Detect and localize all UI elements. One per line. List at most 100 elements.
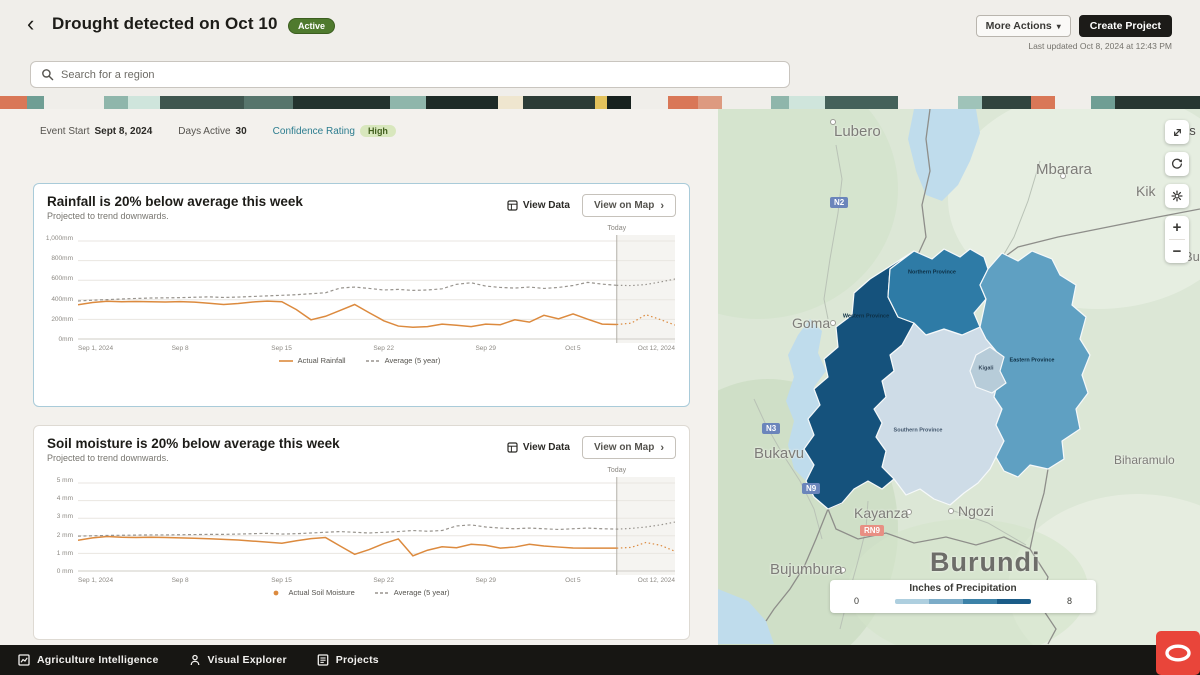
chart-plot-area — [78, 477, 675, 575]
collage-segment — [104, 96, 128, 109]
legend-marker — [269, 590, 283, 596]
collage-segment — [498, 96, 522, 109]
y-tick-label: 600mm — [51, 275, 73, 282]
view-data-button[interactable]: View Data — [507, 200, 570, 211]
create-project-button[interactable]: Create Project — [1079, 15, 1172, 37]
refresh-map-button[interactable] — [1165, 152, 1189, 176]
bottom-bar: Agriculture Intelligence Visual Explorer… — [0, 645, 1200, 675]
x-tick-label: Sep 15 — [271, 345, 292, 352]
map-label: Biharamulo — [1114, 453, 1175, 467]
y-axis-labels: 5 mm4 mm3 mm2 mm1 mm0 mm — [44, 477, 78, 575]
nav-projects[interactable]: Projects — [317, 654, 379, 666]
nav-agriculture-intelligence[interactable]: Agriculture Intelligence — [18, 654, 159, 666]
x-tick-label: Oct 5 — [565, 577, 581, 584]
y-tick-label: 400mm — [51, 296, 73, 303]
x-tick-label: Sep 22 — [373, 345, 394, 352]
x-tick-label: Sep 1, 2024 — [78, 577, 113, 584]
person-icon — [189, 654, 201, 666]
refresh-icon — [1170, 157, 1184, 171]
x-tick-label: Sep 8 — [172, 345, 189, 352]
nav-label: Visual Explorer — [208, 654, 287, 666]
map-label: Bukavu — [754, 445, 804, 462]
map-controls: + − — [1165, 120, 1189, 263]
collage-segment — [1031, 96, 1055, 109]
city-marker — [830, 320, 836, 326]
legend-max-value: 8 — [1067, 596, 1072, 606]
view-on-map-label: View on Map — [594, 200, 654, 211]
oracle-logo — [1156, 631, 1200, 675]
legend-item: Actual Soil Moisture — [269, 588, 354, 597]
nav-label: Projects — [336, 654, 379, 666]
y-axis-labels: 1,000mm800mm600mm400mm200mm0mm — [44, 235, 78, 343]
y-tick-label: 1 mm — [57, 550, 73, 557]
province-label: Western Province — [840, 314, 892, 321]
collage-segment — [722, 96, 770, 109]
y-tick-label: 4 mm — [57, 495, 73, 502]
confidence-rating-label: Confidence Rating — [273, 126, 355, 137]
collage-segment — [668, 96, 698, 109]
legend-label: Average (5 year) — [385, 356, 441, 365]
content: Event Start Sept 8, 2024 Days Active 30 … — [0, 109, 1200, 645]
today-marker-label: Today — [607, 467, 626, 474]
collage-segment — [426, 96, 499, 109]
oracle-ring-icon — [1162, 642, 1194, 664]
map[interactable]: LuberoMbararaKikasBuGomaBukavuKayanzaNgo… — [718, 109, 1200, 645]
chart-legend: Actual RainfallAverage (5 year) — [44, 356, 675, 365]
expand-icon — [1171, 126, 1184, 139]
map-label: Burundi — [930, 547, 1040, 578]
chevron-right-icon: › — [660, 202, 664, 210]
map-label: Ngozi — [958, 503, 994, 519]
road-badge: N3 — [762, 423, 780, 434]
event-start-meta: Event Start Sept 8, 2024 — [40, 126, 152, 137]
days-active-value: 30 — [236, 126, 247, 137]
collage-segment — [1091, 96, 1115, 109]
legend-marker — [279, 358, 293, 364]
legend-item: Average (5 year) — [375, 588, 450, 597]
collage-segment — [825, 96, 898, 109]
collage-segment — [1055, 96, 1091, 109]
y-tick-label: 0 mm — [57, 568, 73, 575]
days-active-label: Days Active — [178, 126, 230, 137]
collage-segment — [244, 96, 292, 109]
collage-segment — [160, 96, 245, 109]
zoom-out-button[interactable]: − — [1165, 240, 1189, 263]
y-tick-label: 0mm — [59, 336, 73, 343]
gear-icon — [1170, 189, 1184, 203]
event-start-value: Sept 8, 2024 — [94, 126, 152, 137]
zoom-control: + − — [1165, 216, 1189, 263]
map-overlays: LuberoMbararaKikasBuGomaBukavuKayanzaNgo… — [718, 109, 1200, 645]
layers-settings-button[interactable] — [1165, 184, 1189, 208]
y-tick-label: 800mm — [51, 255, 73, 262]
chevron-right-icon: › — [660, 444, 664, 452]
road-badge: RN9 — [860, 525, 884, 536]
view-data-button[interactable]: View Data — [507, 442, 570, 453]
nav-visual-explorer[interactable]: Visual Explorer — [189, 654, 287, 666]
collage-segment — [595, 96, 607, 109]
legend-min-value: 0 — [854, 596, 859, 606]
collage-segment — [293, 96, 390, 109]
last-updated-text: Last updated Oct 8, 2024 at 12:43 PM — [1028, 41, 1172, 51]
days-active-meta: Days Active 30 — [178, 126, 246, 137]
table-icon — [507, 442, 518, 453]
collage-segment — [128, 96, 159, 109]
collage-strip — [0, 96, 1200, 109]
table-icon — [507, 200, 518, 211]
x-tick-label: Sep 8 — [172, 577, 189, 584]
province-label: Kigali — [960, 366, 1012, 373]
expand-map-button[interactable] — [1165, 120, 1189, 144]
nav-label: Agriculture Intelligence — [37, 654, 159, 666]
view-on-map-button[interactable]: View on Map › — [582, 436, 676, 459]
province-label: Southern Province — [892, 428, 944, 435]
more-actions-label: More Actions — [986, 20, 1052, 32]
collage-segment — [0, 96, 27, 109]
province-label: Northern Province — [906, 270, 958, 277]
view-on-map-button[interactable]: View on Map › — [582, 194, 676, 217]
x-tick-label: Sep 22 — [373, 577, 394, 584]
search-input[interactable] — [61, 69, 779, 81]
page-title: Drought detected on Oct 10 — [52, 14, 278, 34]
back-button[interactable]: ‹ — [27, 13, 34, 35]
more-actions-button[interactable]: More Actions ▾ — [976, 15, 1071, 37]
collage-segment — [523, 96, 596, 109]
search-icon — [41, 68, 54, 81]
zoom-in-button[interactable]: + — [1165, 216, 1189, 239]
